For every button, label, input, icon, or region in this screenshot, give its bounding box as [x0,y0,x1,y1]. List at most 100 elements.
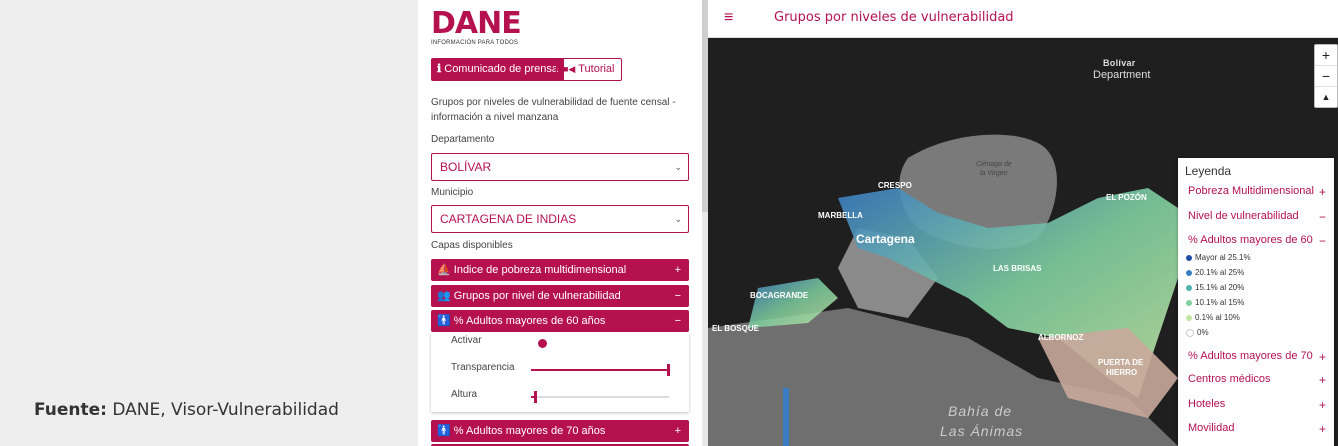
collapse-icon[interactable]: − [1319,210,1326,224]
hand-icon: ⛵ [437,264,451,276]
chevron-down-icon: ⌄ [674,162,682,172]
logo-text: DANE [431,6,522,41]
legend-group-label: Pobreza Multidimensional [1188,185,1314,197]
layer-elderly-70[interactable]: 🚹 % Adultos mayores de 70 años + [431,420,689,442]
legend-title: Leyenda [1185,164,1232,178]
page-title: Grupos por niveles de vulnerabilidad [774,10,1014,25]
map-label-las-brisas: LAS BRISAS [993,264,1042,273]
map-header: ≡ Grupos por niveles de vulnerabilidad [708,0,1338,38]
legend-item: 20.1% al 25% [1186,268,1244,277]
transparency-thumb[interactable] [667,364,670,376]
legend-group-vulnerabilidad[interactable]: Nivel de vulnerabilidad [1188,210,1299,222]
control-panel: DANE INFORMACIÓN PARA TODOS ℹ Comunicado… [418,0,708,446]
department-label: Departamento [431,134,495,145]
layer-label: Grupos por nivel de vulnerabilidad [453,290,621,302]
transparency-fill [531,369,669,371]
legend-swatch [1186,299,1192,306]
legend-group-centros-medicos[interactable]: Centros médicos [1188,373,1271,385]
municipality-select[interactable]: CARTAGENA DE INDIAS ⌄ [431,205,689,233]
compass-button[interactable]: ▲ [1315,87,1337,107]
left-pane: Fuente: DANE, Visor-Vulnerabilidad [0,0,418,446]
legend-swatch [1186,254,1192,261]
legend-group-pobreza[interactable]: Pobreza Multidimensional [1188,185,1314,197]
collapse-icon: − [674,315,681,327]
map-label-puerta-hierro-2: HIERRO [1106,368,1137,377]
legend-item-label: 10.1% al 15% [1195,298,1245,307]
person-icon: 🚹 [437,315,451,327]
legend-panel: Leyenda Pobreza Multidimensional + Nivel… [1178,158,1334,446]
expand-icon[interactable]: + [1319,398,1326,412]
tutorial-button[interactable]: ■◀ Tutorial [556,58,622,81]
layer-label: Indice de pobreza multidimensional [453,264,627,276]
press-release-label: Comunicado de prensa [444,63,558,75]
chevron-down-icon: ⌄ [674,214,682,224]
activate-label: Activar [451,335,482,346]
legend-group-label: Nivel de vulnerabilidad [1188,210,1299,222]
map-label-albornoz: ALBORNOZ [1038,333,1083,342]
department-select[interactable]: BOLÍVAR ⌄ [431,153,689,181]
expand-icon[interactable]: + [1319,422,1326,436]
press-release-button[interactable]: ℹ Comunicado de prensa [431,58,564,81]
menu-icon[interactable]: ≡ [724,9,733,27]
zoom-out-button[interactable]: − [1315,66,1337,87]
legend-item: 0% [1186,328,1209,337]
zoom-in-button[interactable]: + [1315,45,1337,66]
info-icon: ℹ [437,63,442,75]
legend-group-adultos-70[interactable]: % Adultos mayores de 70 [1188,350,1313,362]
expand-icon[interactable]: + [1319,373,1326,387]
source-text: DANE, Visor-Vulnerabilidad [112,400,339,420]
department-value: BOLÍVAR [440,160,492,174]
legend-swatch [1186,314,1192,321]
legend-group-movilidad[interactable]: Movilidad [1188,422,1234,434]
source-caption: Fuente: DANE, Visor-Vulnerabilidad [34,400,339,420]
expand-icon[interactable]: + [1319,350,1326,364]
collapse-icon[interactable]: − [1319,234,1326,248]
height-slider[interactable] [531,396,669,398]
legend-group-label: Centros médicos [1188,373,1271,385]
legend-group-label: Movilidad [1188,422,1235,434]
users-icon: 👥 [437,290,451,302]
layer-label: % Adultos mayores de 60 años [453,315,606,327]
person-icon: 🚹 [437,425,451,437]
map-label-crespo: CRESPO [878,181,912,190]
map-label-cienaga-1: Ciénaga de [976,161,1012,168]
map-label-el-bosque: EL BOSQUE [712,324,760,333]
map-label-department: Department [1093,69,1150,81]
height-thumb[interactable] [533,391,537,403]
zoom-controls: + − ▲ [1314,44,1338,108]
activate-toggle[interactable] [538,339,547,348]
expand-icon[interactable]: + [1319,185,1326,199]
legend-item-label: Mayor al 25.1% [1195,253,1251,262]
layer-poverty-index[interactable]: ⛵ Indice de pobreza multidimensional + [431,259,689,281]
source-prefix: Fuente: [34,400,107,420]
video-camera-icon: ■◀ [563,64,576,74]
legend-item-label: 15.1% al 20% [1195,283,1245,292]
legend-group-label: % Adultos mayores de 60 [1188,234,1313,246]
municipality-label: Municipio [431,187,474,198]
legend-group-hoteles[interactable]: Hoteles [1188,398,1225,410]
legend-item: 0.1% al 10% [1186,313,1240,322]
legend-group-adultos-60[interactable]: % Adultos mayores de 60 [1188,234,1313,246]
map-label-bolivar: Bolívar [1103,58,1136,68]
map-label-bocagrande: BOCAGRANDE [750,291,809,300]
layer-settings: Activar Transparencia Altura [431,332,689,412]
layer-vulnerability-groups[interactable]: 👥 Grupos por nivel de vulnerabilidad − [431,285,689,307]
legend-group-label: Hoteles [1188,398,1226,410]
layers-label: Capas disponibles [431,240,513,251]
map-label-cartagena: Cartagena [856,232,915,246]
layer-elderly-60[interactable]: 🚹 % Adultos mayores de 60 años − [431,310,689,332]
legend-swatch [1186,328,1194,337]
map-label-el-pozon: EL POZÓN [1106,193,1147,202]
logo-tagline: INFORMACIÓN PARA TODOS [431,40,519,46]
map-label-bahia-1: Bahía de [948,403,1012,419]
legend-group-label: % Adultos mayores de 70 [1188,350,1313,362]
legend-swatch [1186,284,1192,291]
expand-icon: + [674,264,681,276]
transparency-label: Transparencia [451,362,515,373]
height-label: Altura [451,389,478,400]
map-label-bahia-2: Las Ánimas [940,423,1023,439]
legend-item-label: 0.1% al 10% [1195,313,1240,322]
map-label-marbella: MARBELLA [818,211,863,220]
expand-icon: + [674,425,681,437]
map-label-puerta-hierro-1: PUERTA DE [1098,358,1144,367]
